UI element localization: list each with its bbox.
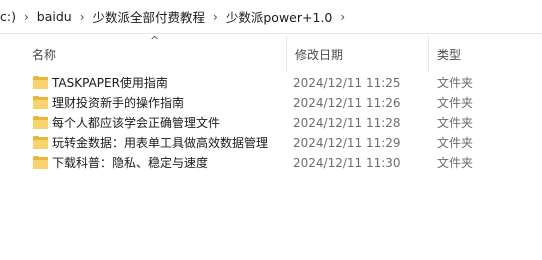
- file-name[interactable]: 玩转金数据：用表单工具做高效数据管理: [52, 133, 268, 153]
- file-date: 2024/12/11 11:30: [293, 156, 401, 170]
- folder-icon: [33, 116, 48, 129]
- file-row[interactable]: 下载科普：隐私、稳定与速度 2024/12/11 11:30 文件夹: [0, 153, 542, 173]
- file-name[interactable]: 理财投资新手的操作指南: [52, 93, 184, 113]
- file-row[interactable]: 理财投资新手的操作指南 2024/12/11 11:26 文件夹: [0, 93, 542, 113]
- file-type: 文件夹: [437, 76, 474, 90]
- column-header-type[interactable]: 类型: [428, 36, 542, 72]
- folder-icon: [33, 76, 48, 89]
- file-name[interactable]: TASKPAPER使用指南: [52, 73, 168, 93]
- file-row[interactable]: 玩转金数据：用表单工具做高效数据管理 2024/12/11 11:29 文件夹: [0, 133, 542, 153]
- folder-icon: [33, 96, 48, 109]
- breadcrumb-baidu[interactable]: baidu: [32, 9, 77, 24]
- column-header-row: ^ 名称 修改日期 类型: [0, 35, 542, 72]
- file-type: 文件夹: [437, 116, 474, 130]
- breadcrumb-separator[interactable]: ›: [21, 10, 32, 24]
- breadcrumb-current-folder[interactable]: 少数派power+1.0: [221, 7, 338, 26]
- breadcrumb-separator[interactable]: ›: [337, 10, 348, 24]
- address-bar[interactable]: c:) › baidu › 少数派全部付费教程 › 少数派power+1.0 ›: [0, 0, 542, 34]
- column-header-name[interactable]: 名称: [24, 36, 286, 72]
- breadcrumb-tutorials[interactable]: 少数派全部付费教程: [88, 7, 211, 26]
- column-header-date[interactable]: 修改日期: [286, 36, 428, 72]
- folder-icon: [33, 156, 48, 169]
- file-name[interactable]: 下载科普：隐私、稳定与速度: [52, 153, 208, 173]
- file-name[interactable]: 每个人都应该学会正确管理文件: [52, 113, 220, 133]
- file-date: 2024/12/11 11:28: [293, 116, 401, 130]
- file-type: 文件夹: [437, 96, 474, 110]
- file-list: TASKPAPER使用指南 2024/12/11 11:25 文件夹 理财投资新…: [0, 73, 542, 173]
- breadcrumb-drive[interactable]: c:): [0, 9, 21, 24]
- file-date: 2024/12/11 11:29: [293, 136, 401, 150]
- file-row[interactable]: 每个人都应该学会正确管理文件 2024/12/11 11:28 文件夹: [0, 113, 542, 133]
- file-type: 文件夹: [437, 156, 474, 170]
- breadcrumb-separator[interactable]: ›: [77, 10, 88, 24]
- file-date: 2024/12/11 11:26: [293, 96, 401, 110]
- file-type: 文件夹: [437, 136, 474, 150]
- file-row[interactable]: TASKPAPER使用指南 2024/12/11 11:25 文件夹: [0, 73, 542, 93]
- folder-icon: [33, 136, 48, 149]
- breadcrumb-separator[interactable]: ›: [210, 10, 221, 24]
- file-date: 2024/12/11 11:25: [293, 76, 401, 90]
